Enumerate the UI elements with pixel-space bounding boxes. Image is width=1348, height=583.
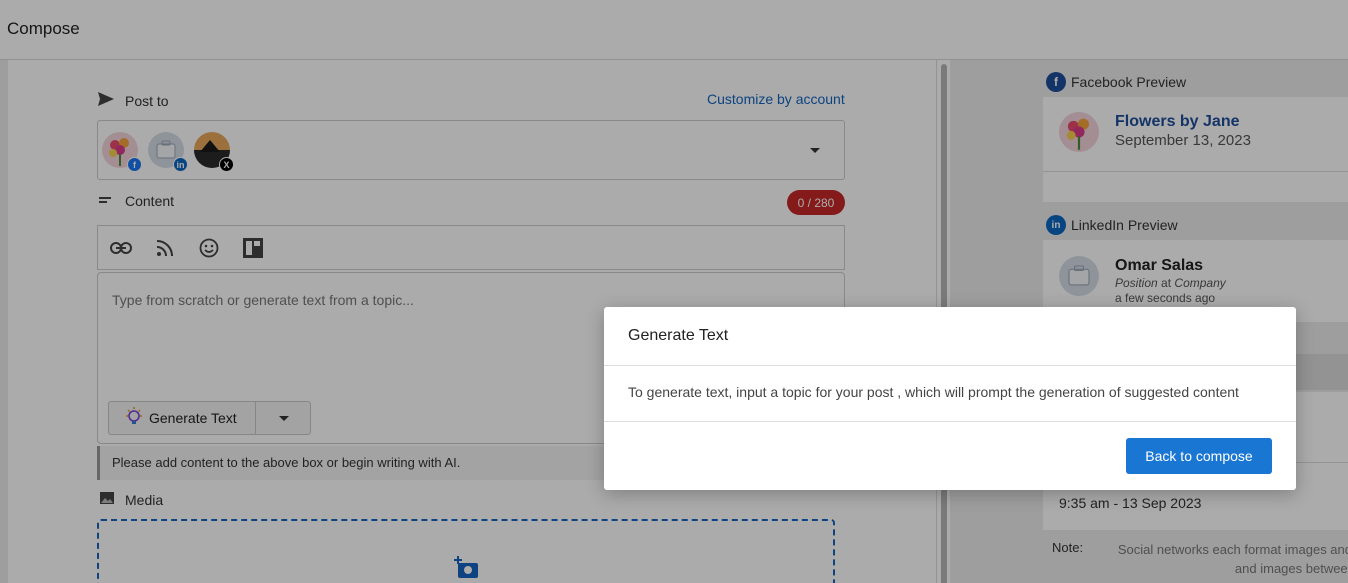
generate-text-dialog: Generate Text To generate text, input a … — [604, 307, 1296, 490]
dialog-divider-top — [604, 365, 1296, 366]
modal-backdrop[interactable] — [0, 0, 1348, 583]
back-to-compose-button[interactable]: Back to compose — [1126, 438, 1272, 474]
dialog-message: To generate text, input a topic for your… — [628, 384, 1239, 400]
dialog-divider-bottom — [604, 421, 1296, 422]
dialog-title: Generate Text — [628, 327, 729, 344]
